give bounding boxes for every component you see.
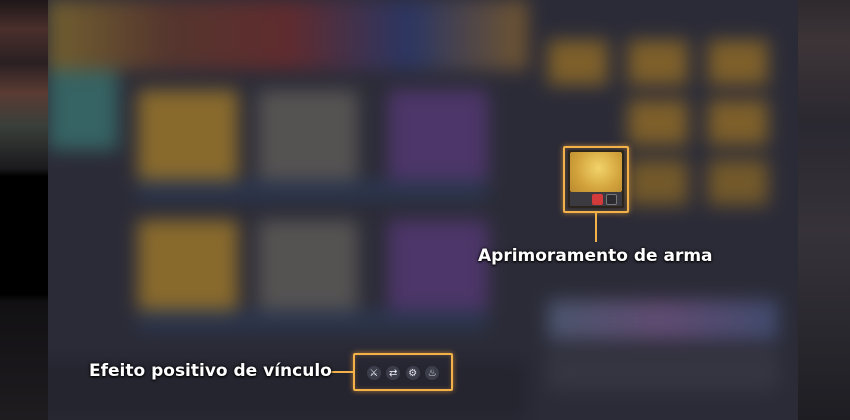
bond-effect-label: Efeito positivo de vínculo: [89, 361, 332, 381]
weapon-upgrade-highlight: [563, 146, 629, 213]
weapon-upgrade-label: Aprimoramento de arma: [478, 246, 713, 266]
left-edge-strip: [0, 0, 48, 420]
bond-effect-highlight: [353, 353, 453, 391]
weapon-upgrade-connector: [595, 213, 597, 242]
right-edge-strip: [798, 0, 850, 420]
